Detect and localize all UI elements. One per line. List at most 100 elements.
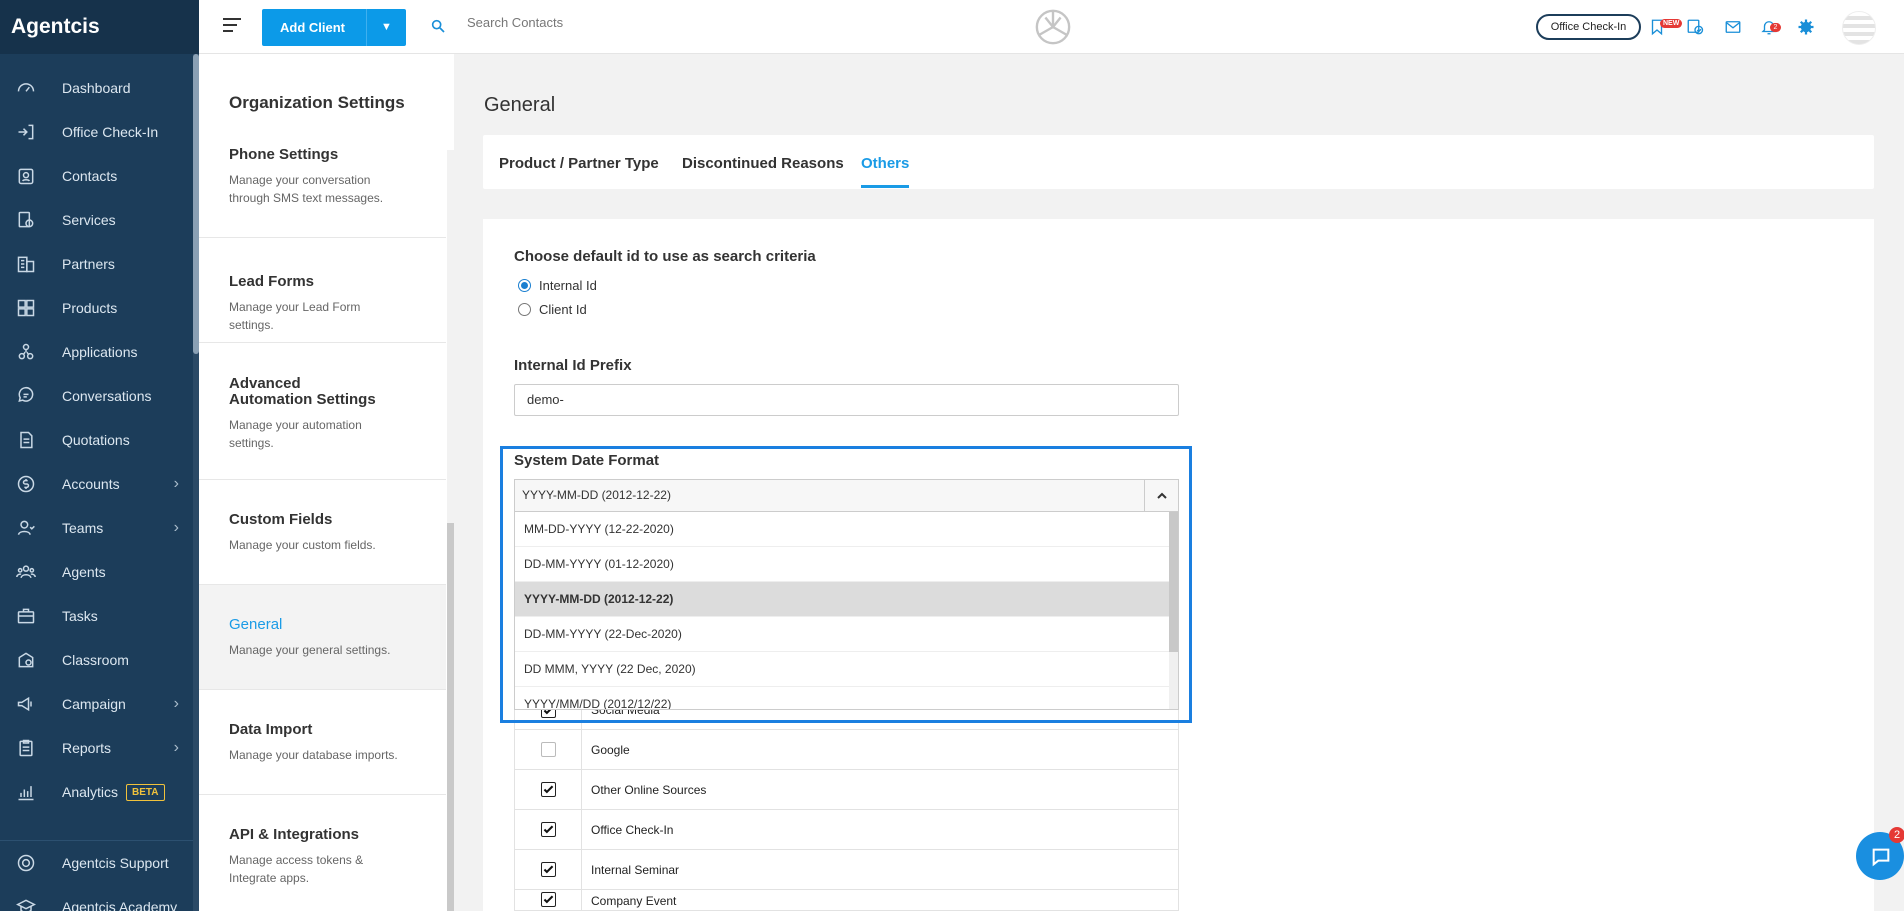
sidebar-item-label: Dashboard bbox=[62, 80, 131, 96]
source-label: Internal Seminar bbox=[591, 862, 680, 877]
menu-toggle-icon[interactable] bbox=[223, 18, 241, 32]
sidebar-item-quotations[interactable]: Quotations bbox=[0, 418, 199, 462]
chevron-down-icon[interactable]: ▼ bbox=[366, 9, 406, 46]
agents-icon bbox=[14, 560, 38, 584]
tab-product-partner-type[interactable]: Product / Partner Type bbox=[499, 155, 659, 172]
analytics-icon bbox=[14, 780, 38, 804]
sidebar-item-label: Tasks bbox=[62, 608, 98, 624]
sidebar-item-label: Agents bbox=[62, 564, 106, 580]
sidebar-item-contacts[interactable]: Contacts bbox=[0, 154, 199, 198]
sidebar-item-partners[interactable]: Partners bbox=[0, 242, 199, 286]
sidebar-nav: Dashboard Office Check-In Contacts Servi… bbox=[0, 54, 199, 814]
sidebar-item-classroom[interactable]: Classroom bbox=[0, 638, 199, 682]
radio-internal-id[interactable]: Internal Id bbox=[518, 278, 597, 293]
sidebar-item-analytics[interactable]: Analytics BETA bbox=[0, 770, 199, 814]
radio-button[interactable] bbox=[518, 303, 531, 316]
chat-unread-badge: 2 bbox=[1889, 827, 1904, 843]
tab-discontinued-reasons[interactable]: Discontinued Reasons bbox=[682, 155, 844, 172]
sidebar-item-reports[interactable]: Reports › bbox=[0, 726, 199, 770]
sidebar-item-label: Reports bbox=[62, 740, 112, 756]
radio-button[interactable] bbox=[518, 279, 531, 292]
sidebar-item-tasks[interactable]: Tasks bbox=[0, 594, 199, 638]
internal-id-prefix-input[interactable]: demo- bbox=[514, 384, 1179, 416]
sidebar-item-label: Contacts bbox=[62, 168, 118, 184]
sidebar-item-applications[interactable]: Applications bbox=[0, 330, 199, 374]
sidebar-item-label: Conversations bbox=[62, 388, 152, 404]
checkbox[interactable] bbox=[540, 742, 556, 757]
checkbox[interactable] bbox=[540, 862, 556, 877]
task-check-icon[interactable] bbox=[1686, 18, 1706, 38]
chevron-right-icon: › bbox=[173, 519, 179, 536]
dashboard-icon bbox=[14, 76, 38, 100]
tab-others[interactable]: Others bbox=[861, 155, 909, 172]
source-row: Office Check-In bbox=[514, 810, 1179, 850]
teams-icon bbox=[14, 516, 38, 540]
sidebar-item-label: Agentcis Academy bbox=[62, 899, 178, 911]
tasks-icon bbox=[14, 604, 38, 628]
chevron-right-icon: › bbox=[173, 695, 179, 712]
settings-item-title: Advanced Automation Settings bbox=[229, 375, 376, 408]
campaign-icon bbox=[14, 692, 38, 716]
settings-item-title: General bbox=[229, 616, 283, 633]
checkbox[interactable] bbox=[540, 822, 556, 837]
sidebar-item-office-checkin[interactable]: Office Check-In bbox=[0, 110, 199, 154]
sidebar-item-label: Agentcis Support bbox=[62, 855, 169, 871]
office-checkin-button[interactable]: Office Check-In bbox=[1536, 14, 1641, 40]
page-title: General bbox=[484, 94, 556, 116]
sidebar-item-label: Teams bbox=[62, 520, 104, 536]
sidebar-item-support[interactable]: Agentcis Support bbox=[0, 841, 199, 885]
partners-icon bbox=[14, 252, 38, 276]
accounts-icon bbox=[14, 472, 38, 496]
settings-item-desc: Manage your conversation through SMS tex… bbox=[229, 173, 384, 205]
focus-highlight-box bbox=[500, 446, 1192, 723]
settings-item-title: API & Integrations bbox=[229, 826, 360, 843]
search-input[interactable] bbox=[467, 15, 767, 30]
sidebar-item-teams[interactable]: Teams › bbox=[0, 506, 199, 550]
settings-item-general[interactable]: General Manage your general settings. bbox=[199, 585, 446, 690]
add-client-button[interactable]: Add Client ▼ bbox=[262, 9, 406, 46]
company-logo-icon bbox=[1034, 8, 1072, 46]
radio-client-id[interactable]: Client Id bbox=[518, 302, 587, 317]
source-label: Company Event bbox=[591, 894, 677, 908]
sidebar-item-label: Products bbox=[62, 300, 118, 316]
checkbox[interactable] bbox=[540, 782, 556, 797]
search-icon[interactable] bbox=[430, 18, 446, 37]
source-row: Company Event bbox=[514, 890, 1179, 911]
sidebar-item-academy[interactable]: Agentcis Academy bbox=[0, 885, 199, 911]
sidebar-item-label: Applications bbox=[62, 344, 138, 360]
settings-panel-title: Organization Settings bbox=[229, 93, 405, 112]
settings-item-desc: Manage your database imports. bbox=[229, 748, 398, 762]
sidebar-item-campaign[interactable]: Campaign › bbox=[0, 682, 199, 726]
user-avatar[interactable] bbox=[1842, 11, 1876, 45]
sidebar-item-services[interactable]: Services bbox=[0, 198, 199, 242]
sidebar-item-dashboard[interactable]: Dashboard bbox=[0, 66, 199, 110]
active-tab-indicator bbox=[861, 185, 909, 188]
sidebar-item-accounts[interactable]: Accounts › bbox=[0, 462, 199, 506]
search-criteria-label: Choose default id to use as search crite… bbox=[514, 248, 816, 265]
sidebar-item-conversations[interactable]: Conversations bbox=[0, 374, 199, 418]
sidebar-item-agents[interactable]: Agents bbox=[0, 550, 199, 594]
sidebar-item-products[interactable]: Products bbox=[0, 286, 199, 330]
settings-item-api[interactable]: API & Integrations Manage access tokens … bbox=[199, 795, 446, 911]
settings-item-lead-forms[interactable]: Lead Forms Manage your Lead Form setting… bbox=[199, 238, 446, 343]
settings-item-custom-fields[interactable]: Custom Fields Manage your custom fields. bbox=[199, 480, 446, 585]
mail-icon[interactable] bbox=[1724, 18, 1744, 38]
chevron-right-icon: › bbox=[173, 475, 179, 492]
checkbox-cell bbox=[515, 810, 582, 849]
radio-label: Client Id bbox=[539, 302, 587, 317]
settings-item-data-import[interactable]: Data Import Manage your database imports… bbox=[199, 690, 446, 795]
support-icon bbox=[14, 851, 38, 875]
settings-item-automation[interactable]: Advanced Automation Settings Manage your… bbox=[199, 343, 446, 480]
conversations-icon bbox=[14, 384, 38, 408]
brand-logo[interactable]: Agentcis bbox=[0, 0, 199, 54]
quotations-icon bbox=[14, 428, 38, 452]
settings-item-title: Data Import bbox=[229, 721, 313, 738]
checkbox[interactable] bbox=[540, 892, 556, 907]
settings-panel-scrollbar-thumb[interactable] bbox=[447, 523, 454, 911]
checkbox-cell bbox=[515, 890, 582, 910]
applications-icon bbox=[14, 340, 38, 364]
settings-item-phone[interactable]: Phone Settings Manage your conversation … bbox=[199, 146, 446, 238]
settings-gear-icon[interactable] bbox=[1797, 18, 1817, 38]
source-label: Other Online Sources bbox=[591, 782, 707, 797]
checkbox-cell bbox=[515, 850, 582, 889]
